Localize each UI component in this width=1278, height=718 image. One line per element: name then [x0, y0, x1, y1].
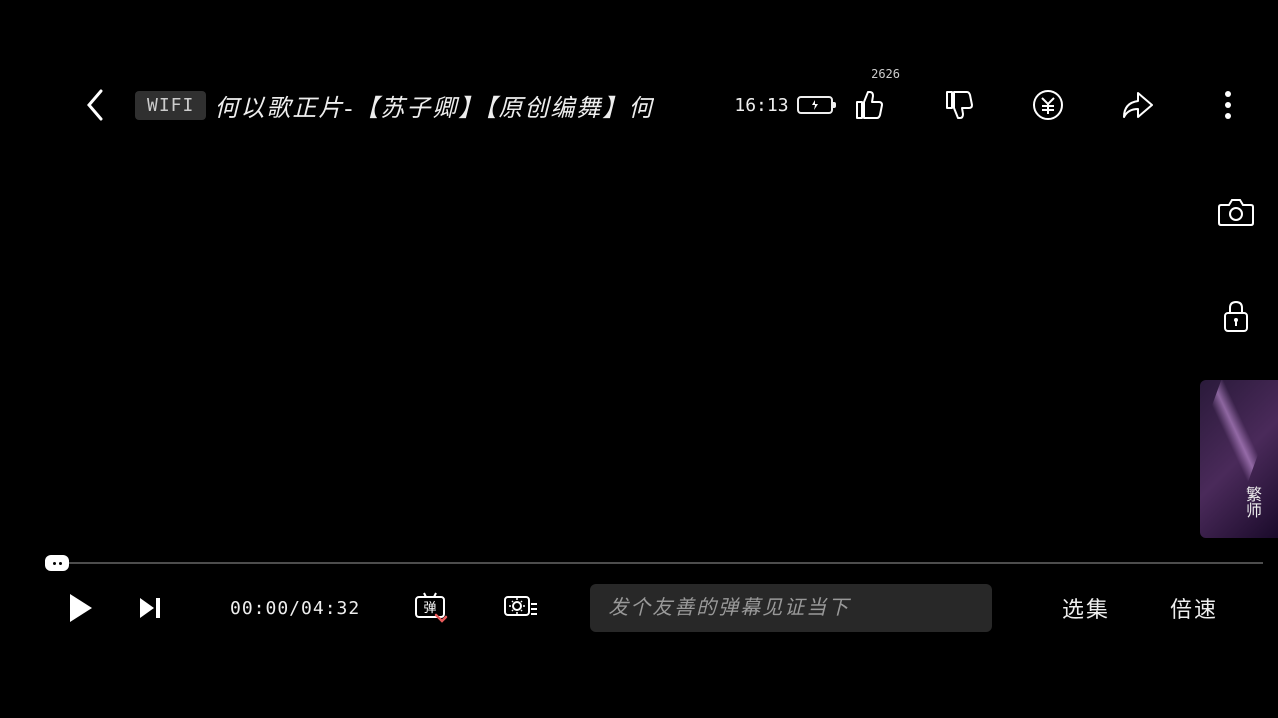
- thumbs-down-icon: [941, 88, 975, 122]
- status-area: 16:13: [734, 95, 832, 116]
- dislike-button[interactable]: [938, 85, 978, 125]
- speed-button[interactable]: 倍速: [1170, 592, 1218, 624]
- right-controls: [1214, 190, 1258, 338]
- coin-button[interactable]: [1028, 85, 1068, 125]
- like-count: 2626: [871, 67, 900, 81]
- progress-bar[interactable]: [45, 558, 1263, 568]
- next-icon: [137, 595, 163, 621]
- play-icon: [66, 592, 94, 624]
- more-button[interactable]: [1208, 85, 1248, 125]
- play-button[interactable]: [60, 588, 100, 628]
- danmu-settings-icon: [501, 591, 539, 625]
- danmu-on-icon: 弹: [412, 591, 448, 625]
- top-bar: WIFI 何以歌正片-【苏子卿】【原创编舞】何 16:13 2626: [0, 80, 1278, 130]
- lock-button[interactable]: [1214, 294, 1258, 338]
- share-button[interactable]: [1118, 85, 1158, 125]
- time-display: 00:00/04:32: [230, 598, 360, 619]
- lock-icon: [1221, 299, 1251, 333]
- coin-icon: [1031, 88, 1065, 122]
- thumbs-up-icon: [851, 88, 885, 122]
- danmu-toggle-button[interactable]: 弹: [410, 588, 450, 628]
- danmu-input[interactable]: [590, 584, 992, 632]
- video-title: 何以歌正片-【苏子卿】【原创编舞】何: [214, 88, 654, 123]
- bottom-bar: 00:00/04:32 弹 选集 倍速: [0, 578, 1278, 638]
- progress-track: [45, 562, 1263, 564]
- share-icon: [1120, 89, 1156, 121]
- svg-text:弹: 弹: [424, 600, 437, 615]
- more-vertical-icon: [1224, 89, 1232, 121]
- progress-handle[interactable]: [45, 555, 69, 571]
- danmu-settings-button[interactable]: [500, 588, 540, 628]
- wifi-badge: WIFI: [135, 91, 206, 120]
- back-button[interactable]: [75, 85, 115, 125]
- battery-icon: [797, 96, 833, 114]
- chevron-left-icon: [83, 87, 107, 123]
- episode-preview[interactable]: ‹ 繁师: [1200, 380, 1278, 538]
- episode-preview-label: 繁师: [1239, 486, 1263, 518]
- screenshot-button[interactable]: [1214, 190, 1258, 234]
- top-actions: 2626: [848, 85, 1248, 125]
- clock: 16:13: [734, 95, 788, 116]
- next-button[interactable]: [130, 588, 170, 628]
- episodes-button[interactable]: 选集: [1062, 592, 1110, 624]
- camera-icon: [1217, 197, 1255, 227]
- like-button[interactable]: 2626: [848, 85, 888, 125]
